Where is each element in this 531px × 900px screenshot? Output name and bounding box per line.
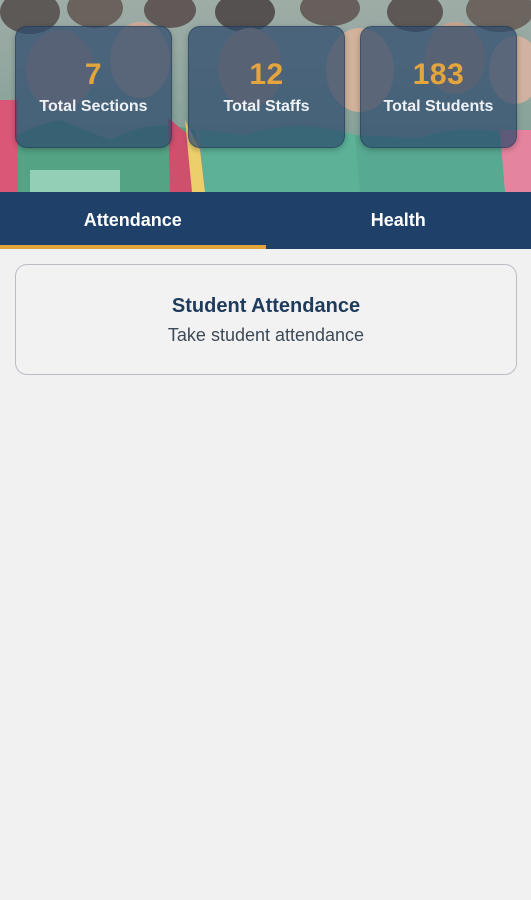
student-attendance-card[interactable]: Student Attendance Take student attendan… (15, 264, 517, 375)
stat-students-label: Total Students (383, 98, 494, 115)
stat-staffs-label: Total Staffs (223, 98, 310, 115)
card-subtitle: Take student attendance (167, 324, 365, 345)
tab-content-area: Student Attendance Take student attendan… (0, 249, 531, 900)
hero-banner: 7 Total Sections 12 Total Staffs 183 Tot… (0, 0, 531, 192)
app-screen: 7 Total Sections 12 Total Staffs 183 Tot… (0, 0, 531, 900)
stats-row: 7 Total Sections 12 Total Staffs 183 Tot… (0, 0, 531, 192)
tab-attendance-label: Attendance (83, 210, 182, 230)
stat-sections-value: 7 (84, 58, 103, 91)
tab-bar: Attendance Health (0, 192, 531, 249)
stat-card-students: 183 Total Students (360, 26, 517, 148)
stat-card-staffs: 12 Total Staffs (188, 26, 345, 148)
tab-attendance[interactable]: Attendance (0, 192, 266, 249)
stat-card-sections: 7 Total Sections (15, 26, 172, 148)
card-title: Student Attendance (171, 294, 361, 317)
stat-staffs-value: 12 (249, 58, 284, 91)
stat-sections-label: Total Sections (39, 98, 148, 115)
stat-students-value: 183 (412, 58, 465, 91)
tab-health[interactable]: Health (266, 192, 531, 249)
tab-health-label: Health (370, 210, 426, 230)
